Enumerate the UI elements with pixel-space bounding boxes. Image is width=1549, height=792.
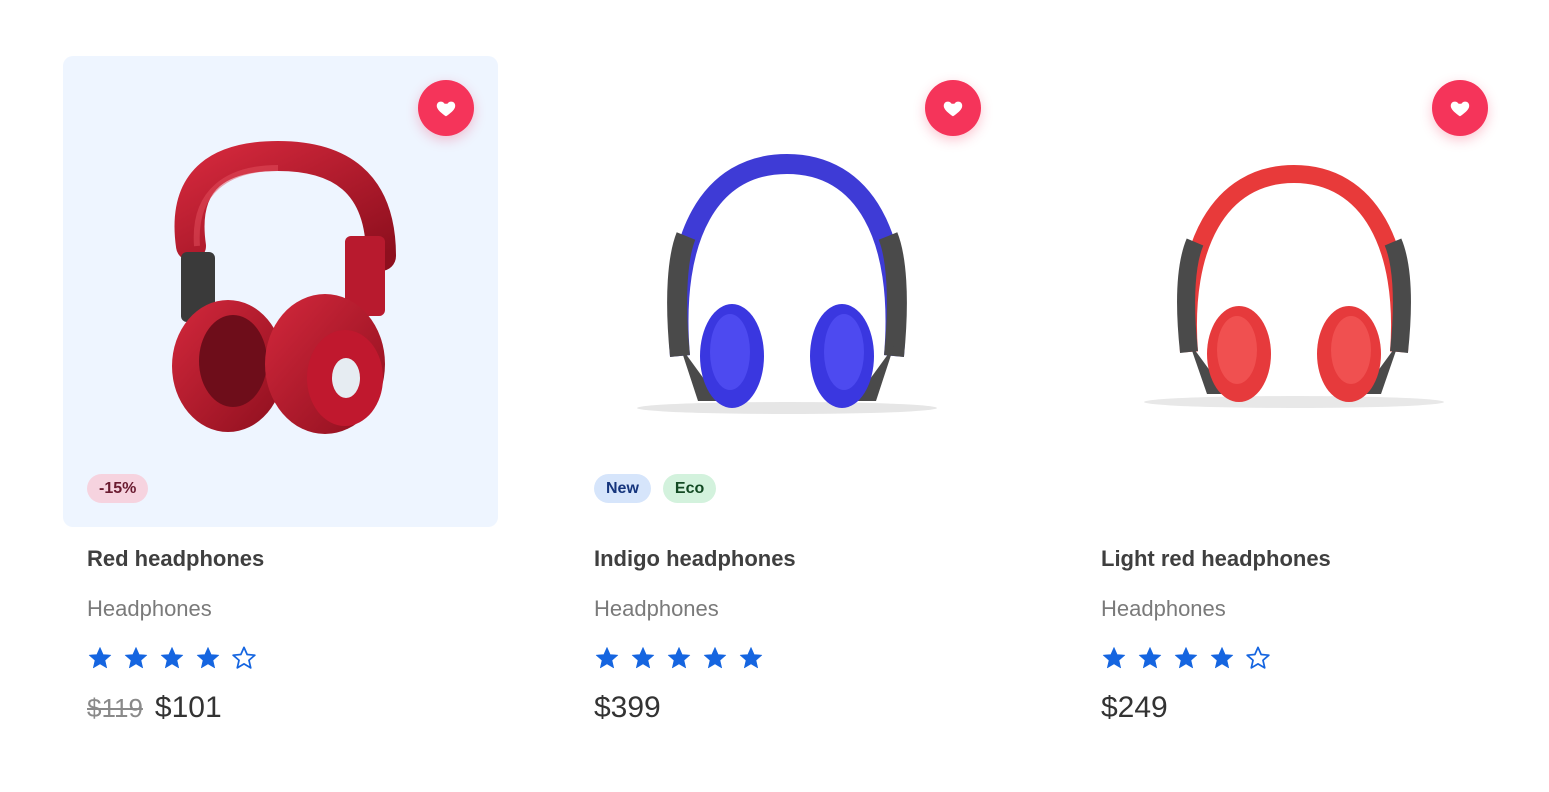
star-filled-icon [739,647,763,669]
product-card[interactable]: New Eco Indigo headphones Headphones $39… [570,56,1005,725]
discount-badge: -15% [87,474,149,503]
star-filled-icon [124,647,148,669]
product-category: Headphones [87,596,212,621]
favorite-button[interactable] [1432,80,1488,136]
star-filled-icon [1138,647,1162,669]
product-image-area[interactable] [1077,56,1512,527]
rating-stars [87,645,498,671]
product-name[interactable]: Indigo headphones [594,545,1005,573]
current-price: $249 [1101,691,1168,724]
star-filled-icon [631,647,655,669]
product-image-area[interactable]: -15% [63,56,498,527]
product-category: Headphones [594,596,719,621]
product-name[interactable]: Red headphones [87,545,498,573]
favorite-button[interactable] [925,80,981,136]
heart-icon [943,101,963,117]
favorite-button[interactable] [418,80,474,136]
heart-icon [436,101,456,117]
star-filled-icon [1174,647,1198,669]
star-outline-icon [232,646,256,669]
star-filled-icon [703,647,727,669]
star-filled-icon [160,647,184,669]
star-outline-icon [1246,646,1270,669]
price-row: $119 $101 [87,691,498,725]
current-price: $399 [594,691,661,724]
product-card[interactable]: Light red headphones Headphones $249 [1077,56,1512,725]
star-filled-icon [1210,647,1234,669]
price-row: $399 [594,691,1005,725]
star-filled-icon [196,647,220,669]
old-price: $119 [87,693,143,723]
product-name[interactable]: Light red headphones [1101,545,1512,573]
product-card[interactable]: -15% Red headphones Headphones $119 $101 [63,56,498,725]
rating-stars [594,645,1005,671]
badge-list: -15% [87,474,149,503]
star-filled-icon [595,647,619,669]
eco-badge: Eco [662,474,717,503]
star-filled-icon [88,647,112,669]
product-image-area[interactable]: New Eco [570,56,1005,527]
price-row: $249 [1101,691,1512,725]
star-filled-icon [1102,647,1126,669]
new-badge: New [594,474,651,503]
heart-icon [1450,101,1470,117]
rating-stars [1101,645,1512,671]
star-filled-icon [667,647,691,669]
product-category: Headphones [1101,596,1226,621]
badge-list: New Eco [594,474,717,503]
current-price: $101 [154,691,222,724]
